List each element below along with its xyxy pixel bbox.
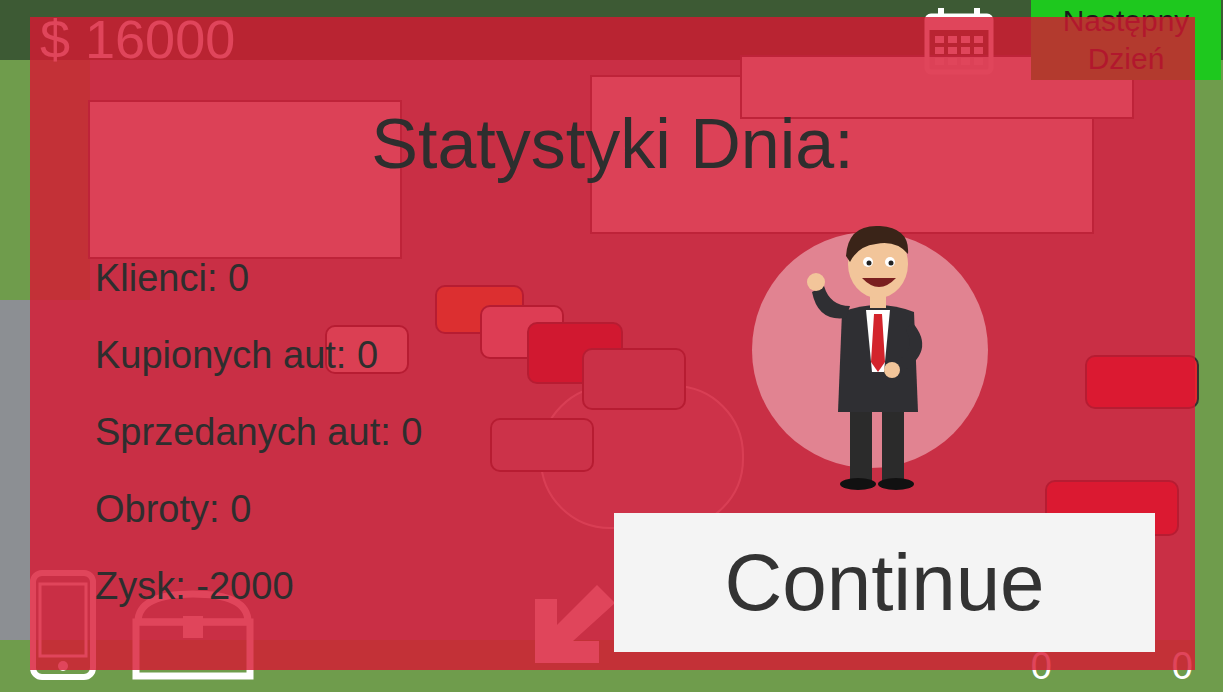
stat-row: Kupionych aut: 0	[95, 317, 614, 394]
stat-row: Klienci: 0	[95, 240, 614, 317]
advisor-portrait	[752, 232, 988, 468]
businessman-icon	[788, 202, 968, 492]
day-stats-dialog: Statystyki Dnia: Klienci: 0Kupionych aut:…	[30, 17, 1195, 670]
dialog-title: Statystyki Dnia:	[30, 17, 1195, 185]
stats-list: Klienci: 0Kupionych aut: 0Sprzedanych au…	[30, 232, 614, 652]
grass	[1195, 60, 1223, 660]
continue-button[interactable]: Continue	[614, 513, 1155, 652]
stat-row: Sprzedanych aut: 0	[95, 394, 614, 471]
stat-row: Obroty: 0	[95, 471, 614, 548]
stat-row: Zysk: -2000	[95, 548, 614, 625]
game-screen: $ 16000Następny Dzień00Statystyki Dnia:K…	[0, 0, 1223, 692]
